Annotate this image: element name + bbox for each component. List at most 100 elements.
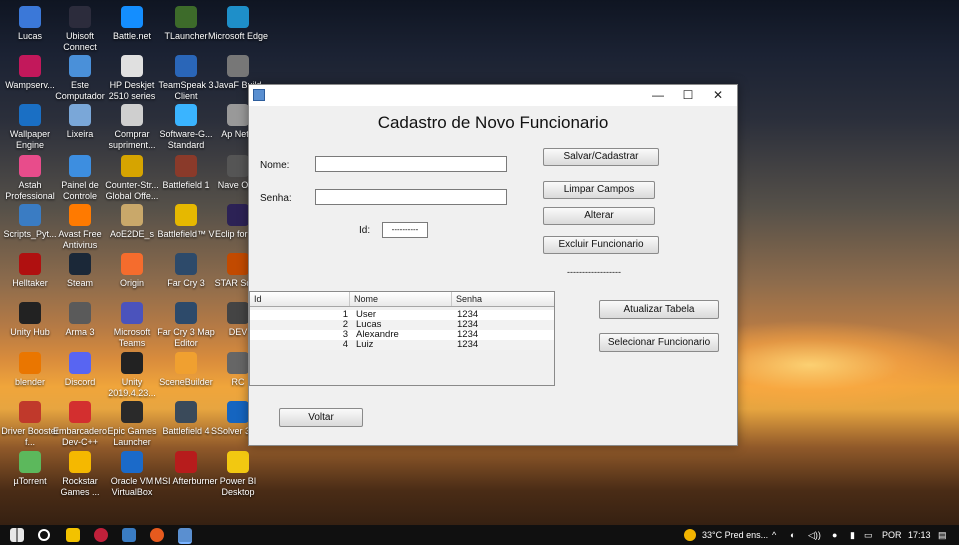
app-icon [121,104,143,126]
funcionarios-table[interactable]: Id Nome Senha 1 User 1234 2 Lucas 1234 3 Alexan… [249,291,555,386]
clock-time[interactable]: 17:13 [908,525,931,545]
tray-chevron-icon[interactable]: ^ [772,525,776,545]
column-header-nome[interactable]: Nome [350,292,452,306]
desktop-icon-label: Painel de Controle [61,180,99,201]
app-window: — ☐ ✕ Cadastro de Novo Funcionario Nome:… [248,84,738,446]
limpar-campos-button[interactable]: Limpar Campos [543,181,655,199]
app-icon [227,352,249,374]
app-icon [175,253,197,275]
app-icon [175,401,197,423]
chrome-icon[interactable] [150,528,164,542]
desktop-icon-label: RC [231,377,245,387]
app-icon [69,352,91,374]
app-icon [121,352,143,374]
desktop-icon-label: Battlefield 4 [162,426,210,436]
app-icon [227,6,249,28]
desktop-icon-label: Unity Hub [10,327,50,337]
app-icon [19,104,41,126]
desktop-icon-label: Ubisoft Connect [63,31,97,52]
table-row[interactable]: 4 Luiz 1234 [250,340,554,350]
nome-input[interactable] [315,156,507,172]
window-titlebar[interactable]: — ☐ ✕ [249,85,737,106]
desktop-icon-label: Unity 2019.4.23... [108,377,156,398]
column-header-senha[interactable]: Senha [452,292,554,306]
desktop-icon-label: Embarcadero Dev-C++ [52,426,108,447]
app-icon [69,6,91,28]
desktop-icon-label: Helltaker [12,278,48,288]
desktop-icon-label: Battlefield 1 [162,180,210,190]
network-icon[interactable]: ◐ [790,525,795,545]
maximize-button[interactable]: ☐ [673,85,703,106]
opera-icon[interactable] [94,528,108,542]
app-icon [227,401,249,423]
app-icon [227,104,249,126]
table-header: Id Nome Senha [250,292,554,307]
status-separator: ------------------ [567,267,621,277]
app-icon [121,155,143,177]
app-icon [121,302,143,324]
desktop-icon-label: Counter-Str... Global Offe... [105,180,159,201]
app-icon [121,401,143,423]
desktop-icon-label: Origin [119,278,144,288]
java-taskbar-icon[interactable] [178,528,192,544]
start-icon[interactable] [10,528,24,542]
notification-icon[interactable]: ▤ [938,525,947,545]
atualizar-tabela-button[interactable]: Atualizar Tabela [599,300,719,319]
minimize-button[interactable]: — [643,85,673,106]
desktop-icon-label: HP Deskjet 2510 series [108,80,156,101]
app-icon [19,451,41,473]
table-row[interactable]: 3 Alexandre 1234 [250,330,554,340]
desktop-icon-label: blender [14,377,46,387]
alterar-button[interactable]: Alterar [543,207,655,225]
voltar-button[interactable]: Voltar [279,408,363,427]
senha-input[interactable] [315,189,507,205]
volume-icon[interactable]: ◁)) [808,525,821,545]
desktop-icon-label: Battle.net [112,31,152,41]
id-value: ---------- [382,222,428,238]
app-icon [227,155,249,177]
app-icon [175,104,197,126]
taskbar-app-icon[interactable] [122,528,136,542]
app-icon [175,204,197,226]
desktop-icon-label: Lixeira [66,129,94,139]
desktop-icon[interactable]: Power BI Desktop [206,451,270,498]
salvar-cadastrar-button[interactable]: Salvar/Cadastrar [543,148,659,166]
desktop-icon[interactable]: Microsoft Edge [206,6,270,42]
app-icon [121,204,143,226]
nome-label: Nome: [260,160,290,171]
app-icon [121,451,143,473]
display-icon[interactable]: ▭ [864,525,873,545]
table-row[interactable]: 2 Lucas 1234 [250,320,554,330]
app-icon [175,55,197,77]
desktop-icon-label: Discord [64,377,96,387]
close-button[interactable]: ✕ [703,85,733,106]
taskbar: 33°C Pred ens... ^ ◐ ◁)) ● ▮ ▭ POR 17:13… [0,525,959,545]
cell-senha: 1234 [457,339,479,350]
app-icon [175,302,197,324]
desktop-icon-label: Software-G... Standard [159,129,213,150]
tray-app-icon[interactable]: ● [832,525,837,545]
selecionar-funcionario-button[interactable]: Selecionar Funcionario [599,333,719,352]
weather-text[interactable]: 33°C Pred ens... [702,525,768,545]
weather-icon [684,529,696,541]
desktop-icon-label: Rockstar Games ... [60,476,100,497]
excluir-funcionario-button[interactable]: Excluir Funcionario [543,236,659,254]
desktop-icon-label: AoE2DE_s [109,229,155,239]
battery-icon[interactable]: ▮ [850,525,855,545]
app-icon [121,55,143,77]
desktop-icon-label: Steam [66,278,93,288]
app-icon [19,352,41,374]
desktop-icon-label: TLauncher [164,31,208,41]
app-icon [19,6,41,28]
table-row[interactable]: 1 User 1234 [250,310,554,320]
cell-nome: Luiz [356,339,374,350]
column-header-id[interactable]: Id [250,292,350,306]
search-icon[interactable] [38,529,50,541]
desktop-icon-label: Wallpaper Engine [9,129,51,150]
app-icon [69,204,91,226]
desktop-icon-label: DEV [228,327,248,337]
file-explorer-icon[interactable] [66,528,80,542]
app-icon [227,451,249,473]
language-indicator[interactable]: POR [882,525,902,545]
app-icon [69,104,91,126]
